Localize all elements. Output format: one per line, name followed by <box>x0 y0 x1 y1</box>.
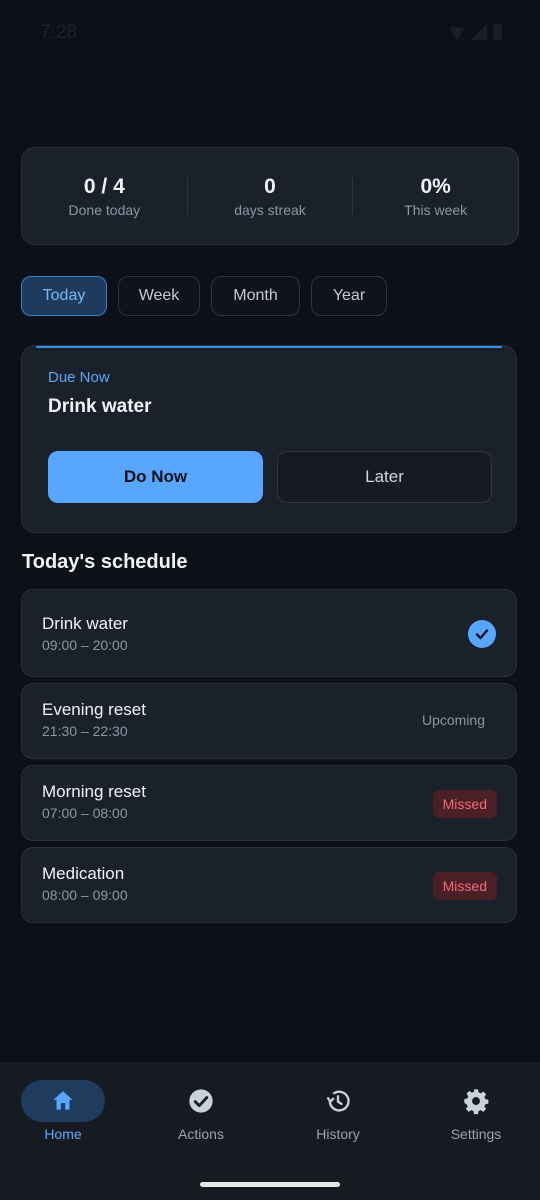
status-badge: Upcoming <box>421 712 485 728</box>
history-icon <box>296 1080 380 1122</box>
gear-icon <box>434 1080 518 1122</box>
due-now-card: Due Now Drink water Do Now Later <box>21 345 517 533</box>
schedule-item-time: 07:00 – 08:00 <box>42 805 128 821</box>
stat-label: This week <box>404 202 468 218</box>
stat-value: 0 / 4 <box>83 175 125 198</box>
status-time: 7:28 <box>40 22 77 43</box>
stat-streak: 0 days streak <box>188 174 353 218</box>
due-label: Due Now <box>48 369 110 386</box>
nav-settings[interactable]: Settings <box>421 1080 531 1142</box>
wifi-icon <box>449 27 465 40</box>
home-indicator[interactable] <box>200 1182 340 1187</box>
schedule-item[interactable]: Drink water 09:00 – 20:00 <box>21 589 517 677</box>
accent-line <box>36 346 502 348</box>
nav-label: History <box>316 1126 360 1142</box>
nav-label: Settings <box>450 1126 502 1142</box>
home-icon <box>21 1080 105 1122</box>
nav-label: Home <box>44 1126 82 1142</box>
stats-card: 0 / 4 Done today 0 days streak 0% This w… <box>21 147 519 245</box>
filter-today[interactable]: Today <box>21 276 107 316</box>
battery-icon <box>493 24 502 40</box>
schedule-title: Today's schedule <box>22 551 188 573</box>
stat-label: days streak <box>234 202 306 218</box>
nav-label: Actions <box>178 1126 224 1142</box>
stat-this-week: 0% This week <box>353 174 518 218</box>
signal-icon <box>471 24 487 40</box>
schedule-item-name: Drink water <box>42 614 128 633</box>
nav-actions[interactable]: Actions <box>146 1080 256 1142</box>
filter-week[interactable]: Week <box>118 276 200 316</box>
schedule-item-time: 08:00 – 09:00 <box>42 887 128 903</box>
check-icon <box>468 620 496 648</box>
schedule-item-time: 09:00 – 20:00 <box>42 637 128 653</box>
status-bar: 7:28 <box>0 0 540 68</box>
stat-label: Done today <box>68 202 141 218</box>
schedule-item[interactable]: Morning reset 07:00 – 08:00 Missed <box>21 765 517 841</box>
schedule-item-name: Medication <box>42 864 125 883</box>
nav-home[interactable]: Home <box>8 1080 118 1142</box>
check-circle-icon <box>159 1080 243 1122</box>
bottom-nav: Home Actions History Settings <box>0 1062 540 1200</box>
schedule-item[interactable]: Evening reset 21:30 – 22:30 Upcoming <box>21 683 517 759</box>
status-icons <box>449 24 502 40</box>
later-button[interactable]: Later <box>277 451 492 503</box>
schedule-item-name: Morning reset <box>42 782 146 801</box>
status-badge: Missed <box>432 790 497 818</box>
filter-month[interactable]: Month <box>211 276 300 316</box>
nav-history[interactable]: History <box>283 1080 393 1142</box>
do-now-button[interactable]: Do Now <box>48 451 263 503</box>
status-badge: Missed <box>432 872 497 900</box>
schedule-item-time: 21:30 – 22:30 <box>42 723 128 739</box>
stat-value: 0 <box>264 175 276 198</box>
stat-value: 0% <box>420 175 451 198</box>
period-filter: Today Week Month Year <box>21 276 387 316</box>
filter-year[interactable]: Year <box>311 276 387 316</box>
stat-done-today: 0 / 4 Done today <box>22 174 187 218</box>
due-title: Drink water <box>48 396 152 417</box>
schedule-item[interactable]: Medication 08:00 – 09:00 Missed <box>21 847 517 923</box>
schedule-item-name: Evening reset <box>42 700 146 719</box>
